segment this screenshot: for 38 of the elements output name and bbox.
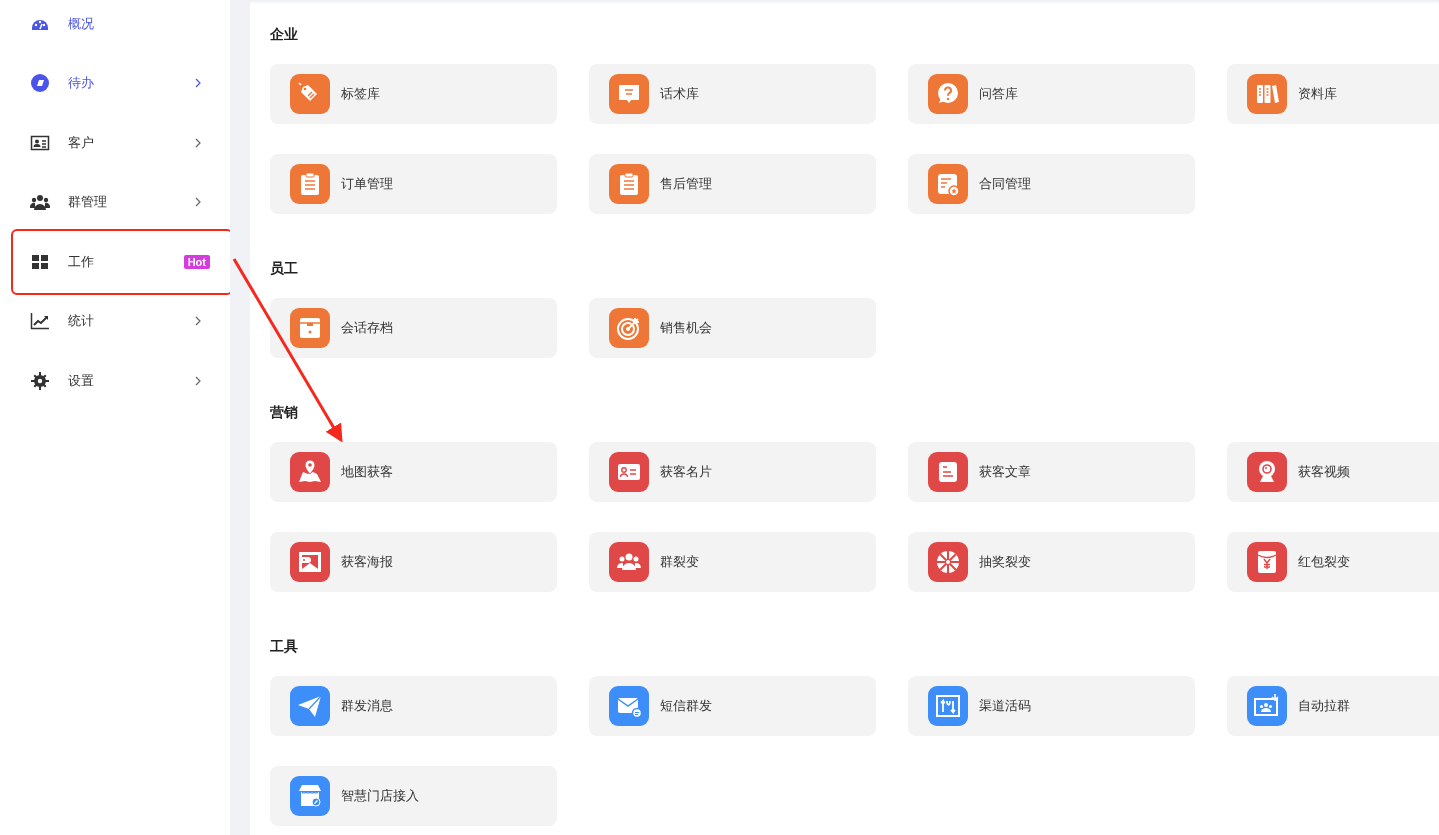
app-card[interactable]: 会话存档 [270, 298, 557, 358]
app-card[interactable]: 标签库 [270, 64, 557, 124]
app-card[interactable]: 获客视频 [1227, 442, 1439, 502]
sidebar-item[interactable]: 概况 [14, 0, 230, 54]
section-title: 工具 [270, 637, 299, 656]
line-chart-icon [30, 311, 50, 332]
sidebar-item[interactable]: 群管理 [14, 172, 230, 232]
people-icon [30, 192, 50, 213]
app-card[interactable]: 获客文章 [908, 442, 1195, 502]
app-card[interactable]: 订单管理 [270, 154, 557, 214]
sidebar-item[interactable]: 工作 Hot [14, 232, 230, 292]
app-card[interactable]: 抽奖裂变 [908, 532, 1195, 592]
hot-badge: Hot [183, 254, 210, 269]
settings-icon [30, 370, 50, 391]
sidebar-item[interactable]: 待办 [14, 53, 230, 113]
app-card[interactable]: 智慧门店接入 [270, 766, 557, 826]
sidebar-item[interactable]: 设置 [14, 351, 230, 411]
app-card[interactable]: 获客海报 [270, 532, 557, 592]
app-card[interactable]: 合同管理 [908, 154, 1195, 214]
sidebar-item[interactable]: 统计 [14, 291, 230, 351]
app-card[interactable]: 渠道活码 [908, 676, 1195, 736]
app-card[interactable]: 群裂变 [589, 532, 876, 592]
app-card[interactable]: 资料库 [1227, 64, 1439, 124]
app-card[interactable]: 群发消息 [270, 676, 557, 736]
app-card[interactable]: 获客名片 [589, 442, 876, 502]
section-title: 员工 [270, 259, 299, 278]
app-card[interactable]: 销售机会 [589, 298, 876, 358]
app-card[interactable]: 短信群发 [589, 676, 876, 736]
section-title: 营销 [270, 403, 299, 422]
app-card[interactable]: 问答库 [908, 64, 1195, 124]
app-card[interactable]: 地图获客 [270, 442, 557, 502]
app-card[interactable]: 红包裂变 [1227, 532, 1439, 592]
app-card[interactable]: 话术库 [589, 64, 876, 124]
disc-icon [30, 73, 50, 94]
app-card[interactable]: 自动拉群 [1227, 676, 1439, 736]
app-card[interactable]: 售后管理 [589, 154, 876, 214]
sidebar-item[interactable]: 客户 [14, 113, 230, 173]
section-title: 企业 [270, 25, 299, 44]
